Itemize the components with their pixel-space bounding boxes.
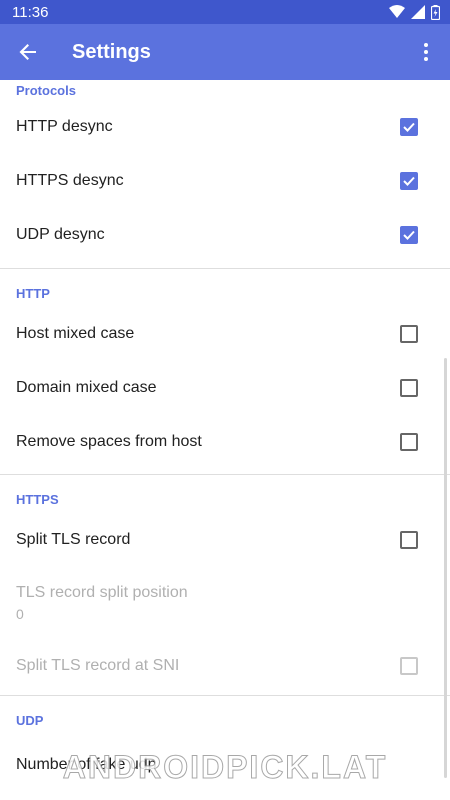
status-bar: 11:36 — [0, 0, 450, 24]
pref-label: UDP desync — [16, 226, 105, 243]
pref-value: 0 — [16, 606, 24, 622]
split-tls-record-checkbox[interactable] — [400, 531, 418, 549]
overflow-menu-button[interactable] — [402, 24, 450, 80]
pref-split-tls-record[interactable]: Split TLS record — [0, 513, 450, 567]
pref-remove-spaces-from-host[interactable]: Remove spaces from host — [0, 415, 450, 469]
section-header-https: HTTPS — [16, 491, 59, 507]
page-title: Settings — [72, 40, 151, 63]
more-vert-icon — [424, 43, 428, 61]
signal-icon — [411, 5, 425, 19]
pref-split-tls-record-at-sni: Split TLS record at SNI — [0, 639, 450, 693]
battery-icon — [431, 4, 440, 20]
wifi-icon — [389, 5, 405, 18]
split-tls-sni-checkbox — [400, 657, 418, 675]
pref-label: HTTPS desync — [16, 172, 124, 189]
settings-list[interactable]: Protocols HTTP desync HTTPS desync UDP d… — [0, 80, 450, 800]
pref-label: Split TLS record — [16, 531, 131, 548]
section-header-udp: UDP — [16, 712, 44, 728]
back-arrow-icon — [19, 44, 36, 60]
udp-desync-checkbox[interactable] — [400, 226, 418, 244]
check-icon — [403, 176, 415, 186]
pref-label: TLS record split position — [16, 584, 188, 601]
pref-label: Split TLS record at SNI — [16, 657, 180, 674]
domain-mixed-case-checkbox[interactable] — [400, 379, 418, 397]
section-header-http: HTTP — [16, 285, 50, 301]
remove-spaces-checkbox[interactable] — [400, 433, 418, 451]
status-time: 11:36 — [12, 3, 49, 21]
check-icon — [403, 230, 415, 240]
status-icons — [389, 4, 440, 20]
section-header-protocols: Protocols — [16, 82, 76, 98]
app-bar: Settings — [0, 24, 450, 80]
https-desync-checkbox[interactable] — [400, 172, 418, 190]
http-desync-checkbox[interactable] — [400, 118, 418, 136]
pref-domain-mixed-case[interactable]: Domain mixed case — [0, 361, 450, 415]
pref-tls-record-split-position: TLS record split position 0 — [0, 567, 450, 639]
pref-label: Domain mixed case — [16, 379, 157, 396]
pref-host-mixed-case[interactable]: Host mixed case — [0, 307, 450, 361]
scrollbar[interactable] — [444, 358, 447, 778]
pref-udp-desync[interactable]: UDP desync — [0, 208, 450, 262]
check-icon — [403, 122, 415, 132]
back-button[interactable] — [0, 24, 56, 80]
pref-https-desync[interactable]: HTTPS desync — [0, 154, 450, 208]
pref-http-desync[interactable]: HTTP desync — [0, 100, 450, 154]
host-mixed-case-checkbox[interactable] — [400, 325, 418, 343]
pref-label: Host mixed case — [16, 325, 135, 342]
pref-number-of-fake-udp[interactable]: Number of fake udp — [0, 738, 450, 792]
pref-label: HTTP desync — [16, 118, 113, 135]
pref-label: Number of fake udp — [16, 756, 157, 773]
pref-label: Remove spaces from host — [16, 433, 202, 450]
